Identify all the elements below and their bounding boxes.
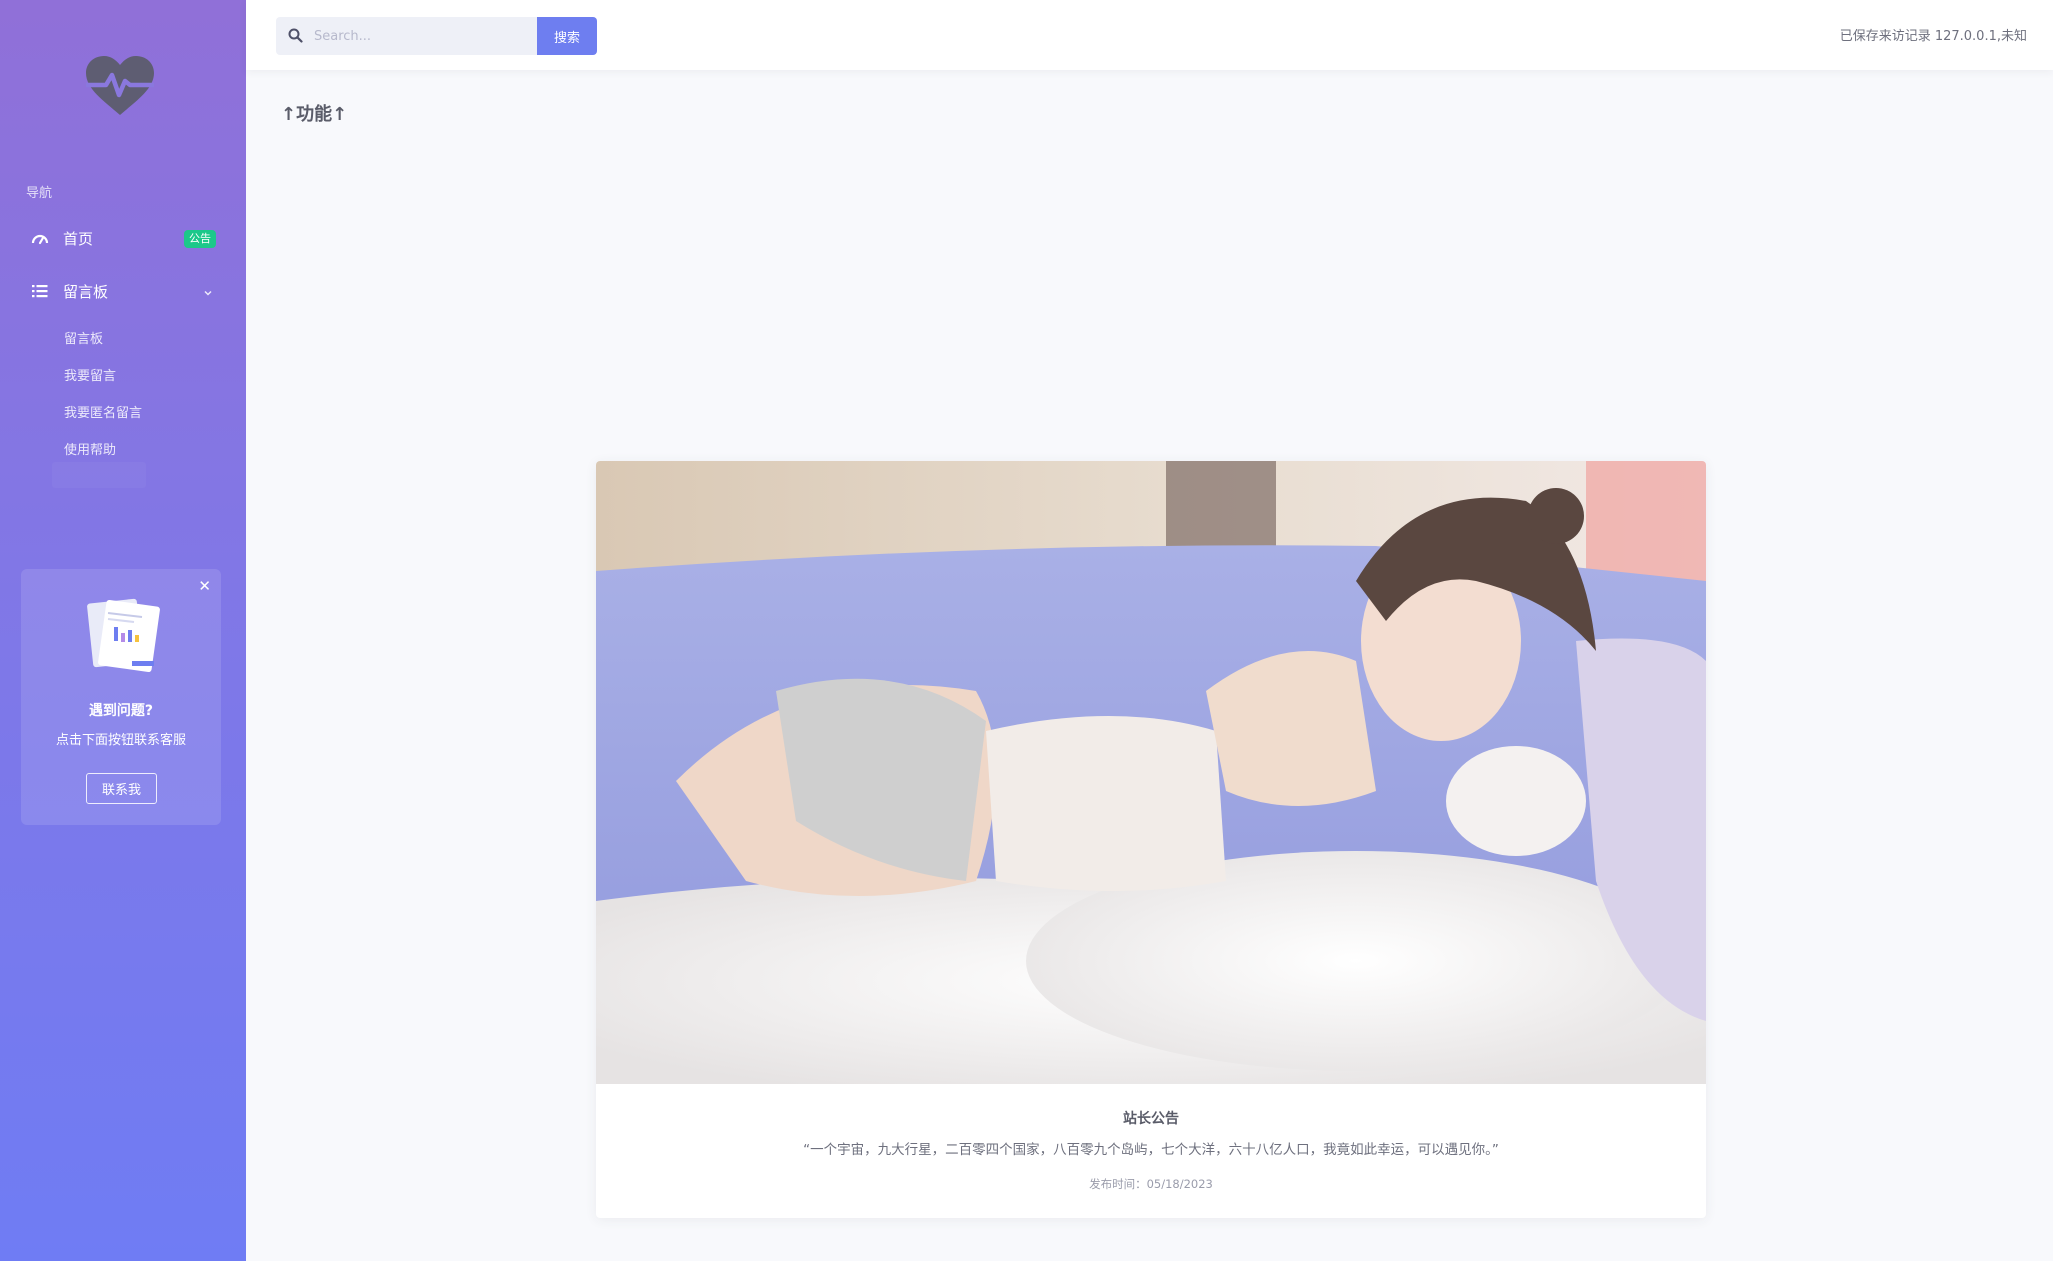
sub-item-hover-highlight bbox=[52, 462, 146, 488]
notice-card: 站长公告 “一个宇宙，九大行星，二百零四个国家，八百零九个岛屿，七个大洋，六十八… bbox=[596, 461, 1706, 1218]
sidebar-item-board[interactable]: 留言板 bbox=[30, 276, 220, 306]
search-button[interactable]: 搜索 bbox=[537, 17, 597, 55]
close-icon[interactable]: ✕ bbox=[198, 579, 211, 594]
search-icon bbox=[288, 28, 303, 47]
contact-button[interactable]: 联系我 bbox=[86, 773, 157, 804]
gauge-icon bbox=[30, 228, 50, 248]
notice-date: 发布时间：05/18/2023 bbox=[1089, 1177, 1213, 1191]
sub-item-leave-message[interactable]: 我要留言 bbox=[64, 365, 116, 384]
visit-record-status: 已保存来访记录 127.0.0.1,未知 bbox=[1839, 29, 2027, 44]
sidebar-item-home[interactable]: 首页 公告 bbox=[30, 223, 220, 253]
help-subtitle: 点击下面按钮联系客服 bbox=[55, 733, 186, 748]
notice-photo bbox=[596, 461, 1706, 1084]
search-box bbox=[276, 17, 538, 55]
sub-item-help[interactable]: 使用帮助 bbox=[64, 439, 116, 458]
nav-heading: 导航 bbox=[26, 186, 53, 201]
notice-title: 站长公告 bbox=[1123, 1111, 1179, 1127]
heartbeat-icon[interactable] bbox=[84, 55, 156, 117]
topbar: 搜索 已保存来访记录 127.0.0.1,未知 bbox=[246, 0, 2053, 70]
sidebar-item-label: 首页 bbox=[63, 229, 94, 248]
chevron-down-icon bbox=[202, 284, 214, 303]
help-title: 遇到问题? bbox=[88, 703, 154, 719]
report-illustration-icon bbox=[84, 595, 164, 675]
sidebar: 导航 首页 公告 留言板 留言板 我要留言 我要匿名留言 使用帮助 ✕ 遇到问题… bbox=[0, 0, 246, 1261]
notice-badge: 公告 bbox=[184, 230, 216, 248]
list-icon bbox=[30, 281, 50, 301]
search-input[interactable] bbox=[314, 17, 534, 55]
page-title: ↑功能↑ bbox=[281, 104, 348, 125]
help-card: ✕ 遇到问题? 点击下面按钮联系客服 联系我 bbox=[21, 569, 221, 825]
sidebar-item-label: 留言板 bbox=[63, 282, 109, 301]
sub-item-board[interactable]: 留言板 bbox=[64, 328, 103, 347]
notice-text: “一个宇宙，九大行星，二百零四个国家，八百零九个岛屿，七个大洋，六十八亿人口，我… bbox=[803, 1142, 1499, 1158]
sub-item-anonymous-message[interactable]: 我要匿名留言 bbox=[64, 402, 142, 421]
